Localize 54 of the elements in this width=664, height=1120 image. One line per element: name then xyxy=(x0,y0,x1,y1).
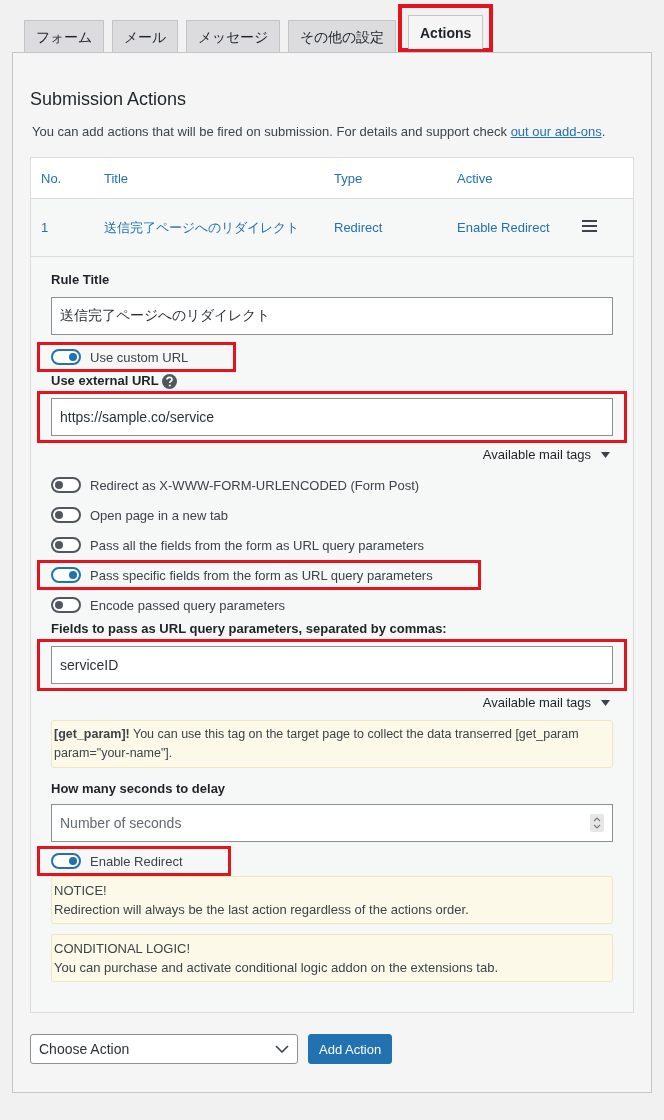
input-field[interactable]: 送信完了ページへのリダイレクト xyxy=(51,297,613,335)
notice-text: You can purchase and activate conditional logic addon on the extensions tab. xyxy=(54,959,499,977)
tab[interactable]: メッセージ xyxy=(186,20,280,52)
column-header: Type xyxy=(334,170,364,186)
toggle-label: Use custom URL xyxy=(90,349,189,365)
tab[interactable]: その他の設定 xyxy=(288,20,396,52)
table-cell-text: Redirect xyxy=(334,220,384,235)
mail-tags-toggle[interactable]: Available mail tags xyxy=(482,447,591,462)
action-select[interactable]: Choose Action xyxy=(30,1034,298,1064)
tab[interactable]: Actions xyxy=(408,15,484,49)
table-cell-text: Enable Redirect xyxy=(457,220,551,235)
notice-text: Redirection will always be the last action regardless of the actions order. xyxy=(54,901,470,919)
info-note: [get_param]! You can use this tag on the target page to collect the data transerred [get_param param="your-name"]. xyxy=(51,720,613,768)
toggle-label: Open page in a new tab xyxy=(90,507,229,523)
column-header: Active xyxy=(457,170,494,186)
toggle-switch[interactable] xyxy=(51,349,81,365)
column-header: No. xyxy=(41,170,63,186)
tab[interactable]: フォーム xyxy=(24,20,104,52)
input-field[interactable]: https://sample.co/service xyxy=(51,398,613,436)
drag-handle-icon[interactable] xyxy=(582,220,597,232)
notice-title: NOTICE! xyxy=(54,882,108,900)
toggle-label: Pass all the fields from the form as URL query parameters xyxy=(90,537,425,553)
number-field[interactable]: Number of seconds xyxy=(51,804,613,842)
toggle-label: Pass specific fields from the form as URL query parameters xyxy=(90,567,433,583)
spinner-icon[interactable] xyxy=(590,814,604,832)
toggle-label: Redirect as X-WWW-FORM-URLENCODED (Form Post) xyxy=(90,477,420,493)
caret-icon[interactable] xyxy=(601,699,610,706)
input-field[interactable]: serviceID xyxy=(51,646,613,684)
toggle-label: Enable Redirect xyxy=(90,853,183,869)
toggle-switch[interactable] xyxy=(51,853,81,869)
add-action-button[interactable]: Add Action xyxy=(308,1034,393,1064)
table-cell-text: 1 xyxy=(41,220,50,235)
table-row[interactable]: 1 送信完了ページへのリダイレクト Redirect Enable Redirect xyxy=(31,199,633,257)
mail-tags-toggle[interactable]: Available mail tags xyxy=(482,695,591,710)
help-icon[interactable] xyxy=(161,373,177,389)
column-header: Title xyxy=(104,170,130,186)
toggle-switch[interactable] xyxy=(51,477,81,493)
field-label: Fields to pass as URL query parameters, separated by commas: xyxy=(51,620,447,638)
toggle-switch[interactable] xyxy=(51,567,81,583)
field-label: Rule Title xyxy=(51,271,110,289)
tab[interactable]: メール xyxy=(112,20,178,52)
field-label: Use external URL xyxy=(51,372,159,390)
description: You can add actions that will be fired on submission. For details and support check out our add-ons. xyxy=(32,123,607,141)
toggle-switch[interactable] xyxy=(51,597,81,613)
toggle-switch[interactable] xyxy=(51,537,81,553)
toggle-label: Encode passed query parameters xyxy=(90,597,286,613)
chevron-icon xyxy=(275,1045,289,1053)
caret-icon[interactable] xyxy=(601,451,610,458)
section-title: Submission Actions xyxy=(30,88,188,111)
add-ons-link[interactable]: out our add-ons xyxy=(510,124,602,139)
toggle-switch[interactable] xyxy=(51,507,81,523)
field-label: How many seconds to delay xyxy=(51,780,226,798)
notice-title: CONDITIONAL LOGIC! xyxy=(54,940,192,958)
table-cell-text: 送信完了ページへのリダイレクト xyxy=(104,218,300,237)
